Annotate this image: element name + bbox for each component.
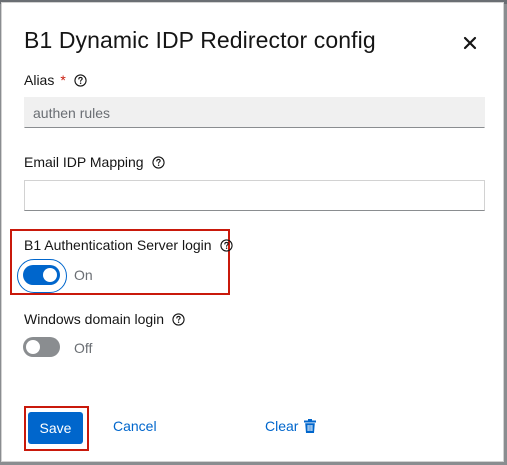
b1-auth-server-login-state: On bbox=[74, 267, 93, 283]
save-button[interactable]: Save bbox=[28, 412, 83, 444]
cancel-button[interactable]: Cancel bbox=[113, 418, 157, 434]
clear-label: Clear bbox=[265, 418, 299, 434]
b1-auth-server-login-label: B1 Authentication Server login bbox=[24, 237, 212, 253]
email-idp-mapping-label: Email IDP Mapping bbox=[24, 154, 144, 170]
clear-button[interactable]: Clear bbox=[265, 418, 317, 434]
help-icon[interactable] bbox=[172, 312, 185, 326]
toggle-knob bbox=[43, 268, 57, 282]
help-icon[interactable] bbox=[219, 238, 233, 252]
toggle-knob bbox=[26, 340, 40, 354]
close-icon[interactable] bbox=[460, 33, 480, 53]
required-marker: * bbox=[60, 72, 66, 88]
windows-domain-login-state: Off bbox=[74, 340, 93, 356]
b1-auth-server-login-toggle[interactable] bbox=[23, 265, 60, 285]
help-icon[interactable] bbox=[151, 155, 165, 169]
alias-input[interactable] bbox=[24, 97, 485, 128]
b1-auth-server-login-label-row: B1 Authentication Server login bbox=[24, 237, 233, 253]
windows-domain-login-toggle[interactable] bbox=[23, 337, 60, 357]
alias-label-row: Alias * bbox=[24, 72, 87, 88]
help-icon[interactable] bbox=[74, 73, 87, 87]
alias-label: Alias bbox=[24, 72, 55, 88]
trash-icon bbox=[304, 419, 317, 433]
windows-domain-login-label: Windows domain login bbox=[24, 311, 165, 327]
email-idp-mapping-label-row: Email IDP Mapping bbox=[24, 154, 165, 170]
email-idp-mapping-input[interactable] bbox=[24, 180, 485, 211]
modal-title: B1 Dynamic IDP Redirector config bbox=[24, 27, 376, 53]
config-modal: B1 Dynamic IDP Redirector config Alias *… bbox=[1, 2, 504, 462]
windows-domain-login-label-row: Windows domain login bbox=[24, 311, 185, 327]
